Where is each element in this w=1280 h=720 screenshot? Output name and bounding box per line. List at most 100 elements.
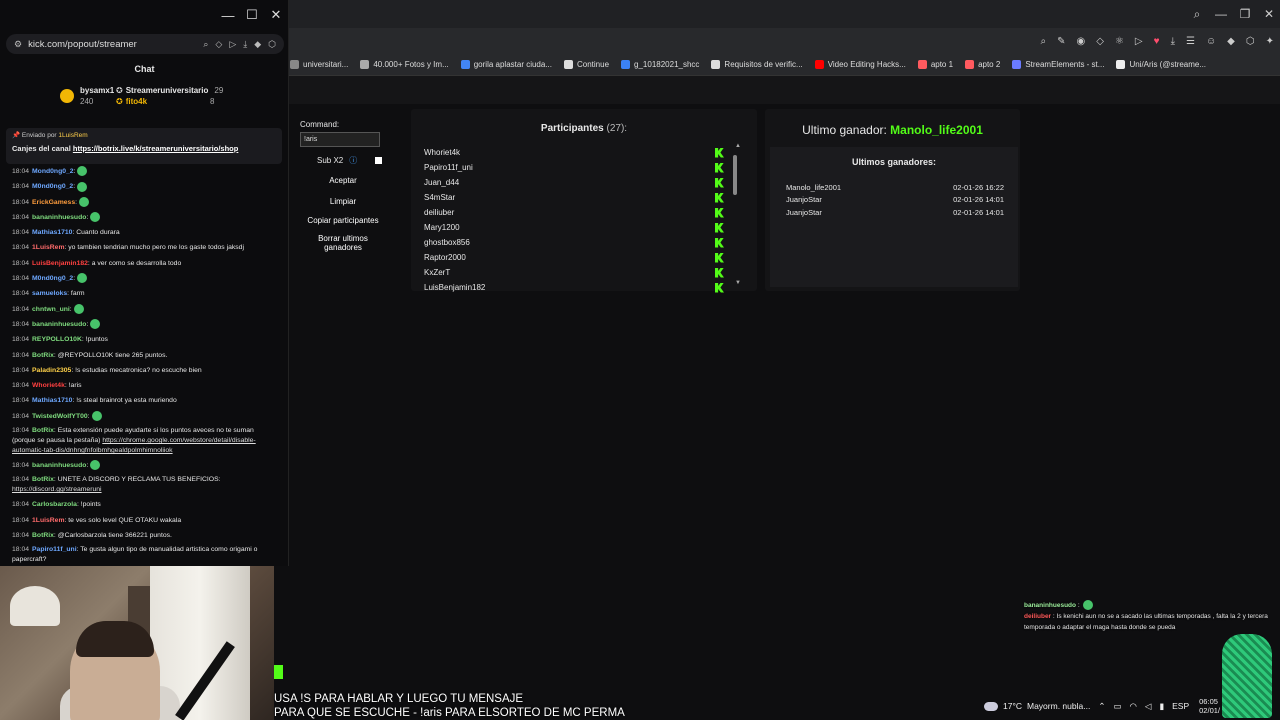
chat-message[interactable]: 18:04 LuisBenjamin182: a ver como se desa… [12,256,278,271]
minimize-button[interactable]: — [1214,7,1228,21]
bookmark-item[interactable]: Video Editing Hacks... [814,60,906,69]
cube-icon[interactable]: ⬡ [1246,36,1255,47]
chat-message[interactable]: 18:04 Whoriet4k: !aris [12,378,278,393]
bookmark-item[interactable]: g_10182021_shcc [621,60,699,69]
chat-message[interactable]: 18:04 Mathias1710: !s steal brainrot ya e… [12,393,278,408]
sub-x2-checkbox[interactable] [375,157,383,164]
gifter-1[interactable]: bysamx1 [80,86,114,95]
pinned-link[interactable]: https://botrix.live/k/streameruniversita… [73,144,238,153]
chat-message[interactable]: 18:04 samueloks: farm [12,286,278,301]
message-username[interactable]: bananinhuesudo [32,214,86,221]
message-username[interactable]: 1LuisRem [32,517,64,524]
message-username[interactable]: Mathias1710 [32,397,72,404]
weather-widget[interactable]: 17°C Mayorm. nubla... [984,701,1090,711]
url-text[interactable]: kick.com/popout/streamer [28,39,137,50]
chat-message[interactable]: 18:04 Paladin2305: !s estudias mecatronic… [12,363,278,378]
message-username[interactable]: REYPOLLO10K [32,336,82,343]
chat-message[interactable]: 18:04 Carlosbarzola: !points [12,497,278,512]
chevron-up-icon[interactable]: ⌃ [1098,701,1105,712]
clock[interactable]: 06:05 02/01/ [1199,697,1220,715]
restore-button[interactable]: ❐ [1238,7,1252,21]
camera-icon[interactable]: ◉ [1077,36,1086,47]
message-username[interactable]: M0nd0ng0_2 [32,183,73,190]
message-username[interactable]: BotRix [32,476,54,483]
message-username[interactable]: Carlosbarzola [32,501,77,508]
message-username[interactable]: bananinhuesudo [32,321,86,328]
chat-message[interactable]: 18:04 bananinhuesudo: [12,210,278,225]
battery-icon[interactable]: ▮ [1159,701,1164,712]
download-icon[interactable]: ⤓ [243,39,247,50]
participants-scrollbar[interactable] [733,145,737,290]
participant-row[interactable]: Raptor2000 [424,250,724,265]
bookmark-item[interactable]: apto 2 [965,60,1000,69]
message-username[interactable]: Mathias1710 [32,229,72,236]
chat-message[interactable]: 18:04 bananinhuesudo: [12,317,278,332]
bookmark-item[interactable]: gorila aplastar ciuda... [460,60,552,69]
scroll-down-arrow[interactable]: ▼ [735,280,741,286]
chat-message[interactable]: 18:04 Mond0ng0_2: [12,164,278,179]
message-username[interactable]: Paladin2305 [32,367,71,374]
accept-button[interactable]: Aceptar [300,176,386,185]
message-username[interactable]: samueloks [32,290,67,297]
message-username[interactable]: bananinhuesudo [32,462,86,469]
gifter-2[interactable]: ✪ Streameruniversitario 29 [116,86,223,95]
cube-icon[interactable]: ⬡ [268,39,276,50]
participant-row[interactable]: Whoriet4k [424,145,724,160]
extension-icon[interactable]: ◆ [254,39,261,50]
bookmark-item[interactable]: StreamElements - st... [1012,60,1104,69]
command-input[interactable]: !aris [300,132,380,147]
address-bar[interactable]: ⚙ kick.com/popout/streamer ⌕ ◇ ▷ ⤓ ◆ ⬡ [6,34,284,54]
extension-icon[interactable]: ◆ [1227,36,1235,47]
gifter-3[interactable]: ✪ fito4k 8 [116,97,215,106]
language-indicator[interactable]: ESP [1172,701,1189,711]
bookmark-item[interactable]: 40.000+ Fotos y Im... [360,60,449,69]
chat-message[interactable]: 18:04 M0nd0ng0_2: [12,179,278,194]
minimize-button[interactable]: — [216,3,240,27]
chat-message[interactable]: 18:04 M0nd0ng0_2: [12,271,278,286]
bookmark-item[interactable]: Uni/Aris (@streame... [1116,60,1206,69]
participant-row[interactable]: Juan_d44 [424,175,724,190]
chat-message[interactable]: 18:04 1LuisRem: yo tambien tendrian mucho… [12,240,278,255]
search-icon[interactable]: ⌕ [203,39,208,50]
site-info-icon[interactable]: ⚙ [14,39,22,50]
shield-icon[interactable]: ◇ [215,39,222,50]
bookmark-item[interactable]: Requisitos de verific... [711,60,803,69]
vpn-icon[interactable]: ⚛ [1115,36,1124,47]
chat-message[interactable]: 18:04 BotRix: @Carlosbarzola tiene 366221… [12,528,278,543]
message-username[interactable]: ErickGamess [32,199,75,206]
participant-row[interactable]: KxZerT [424,265,724,280]
message-username[interactable]: TwistedWolfYT00 [32,413,88,420]
heart-icon[interactable]: ♥ [1154,36,1160,47]
pinned-message[interactable]: 📌 Enviado por 1LuisRem Canjes del canal … [6,128,282,164]
chat-message[interactable]: 18:04 BotRix: @REYPOLLO10K tiene 265 punt… [12,348,278,363]
participant-row[interactable]: deiliuber [424,205,724,220]
bookmark-item[interactable]: universitari... [290,60,348,69]
send-icon[interactable]: ▷ [229,39,236,50]
participant-row[interactable]: Mary1200 [424,220,724,235]
message-username[interactable]: Mond0ng0_2 [32,168,74,175]
maximize-button[interactable]: ☐ [240,3,264,27]
chat-message[interactable]: 18:04 chntwn_uni: [12,302,278,317]
close-button[interactable]: ✕ [1262,7,1276,21]
search-tabs-icon[interactable]: ⌕ [1190,7,1204,22]
message-username[interactable]: BotRix [32,352,54,359]
chat-message[interactable]: 18:04 bananinhuesudo: [12,458,278,473]
info-icon[interactable]: ⓘ [349,155,357,166]
chat-message[interactable]: 18:04 1LuisRem: te ves solo level QUE OTA… [12,513,278,528]
bookmark-item[interactable]: apto 1 [917,60,953,69]
chat-message[interactable]: 18:04 BotRix: Esta extensión puede ayudar… [12,424,278,458]
clear-button[interactable]: Limpiar [300,197,386,206]
participant-row[interactable]: ghostbox856 [424,235,724,250]
chat-message[interactable]: 18:04 Papiro11f_uni: Te gusta algun tipo … [12,543,278,567]
play-icon[interactable]: ▷ [1135,36,1143,47]
message-username[interactable]: 1LuisRem [32,244,64,251]
chat-message[interactable]: 18:04 TwistedWolfYT00: [12,409,278,424]
participant-row[interactable]: LuisBenjamin182 [424,280,724,295]
zoom-icon[interactable]: ⌕ [1041,36,1047,47]
chat-message[interactable]: 18:04 ErickGamess: [12,195,278,210]
download-icon[interactable]: ⤓ [1171,36,1175,47]
copy-participants-button[interactable]: Copiar participantes [300,216,386,225]
message-link[interactable]: https://discord.gg/streameruni [12,486,102,493]
profile-icon[interactable]: ☺ [1206,36,1216,47]
delete-last-winners-button[interactable]: Borrar ultimos ganadores [300,234,386,252]
